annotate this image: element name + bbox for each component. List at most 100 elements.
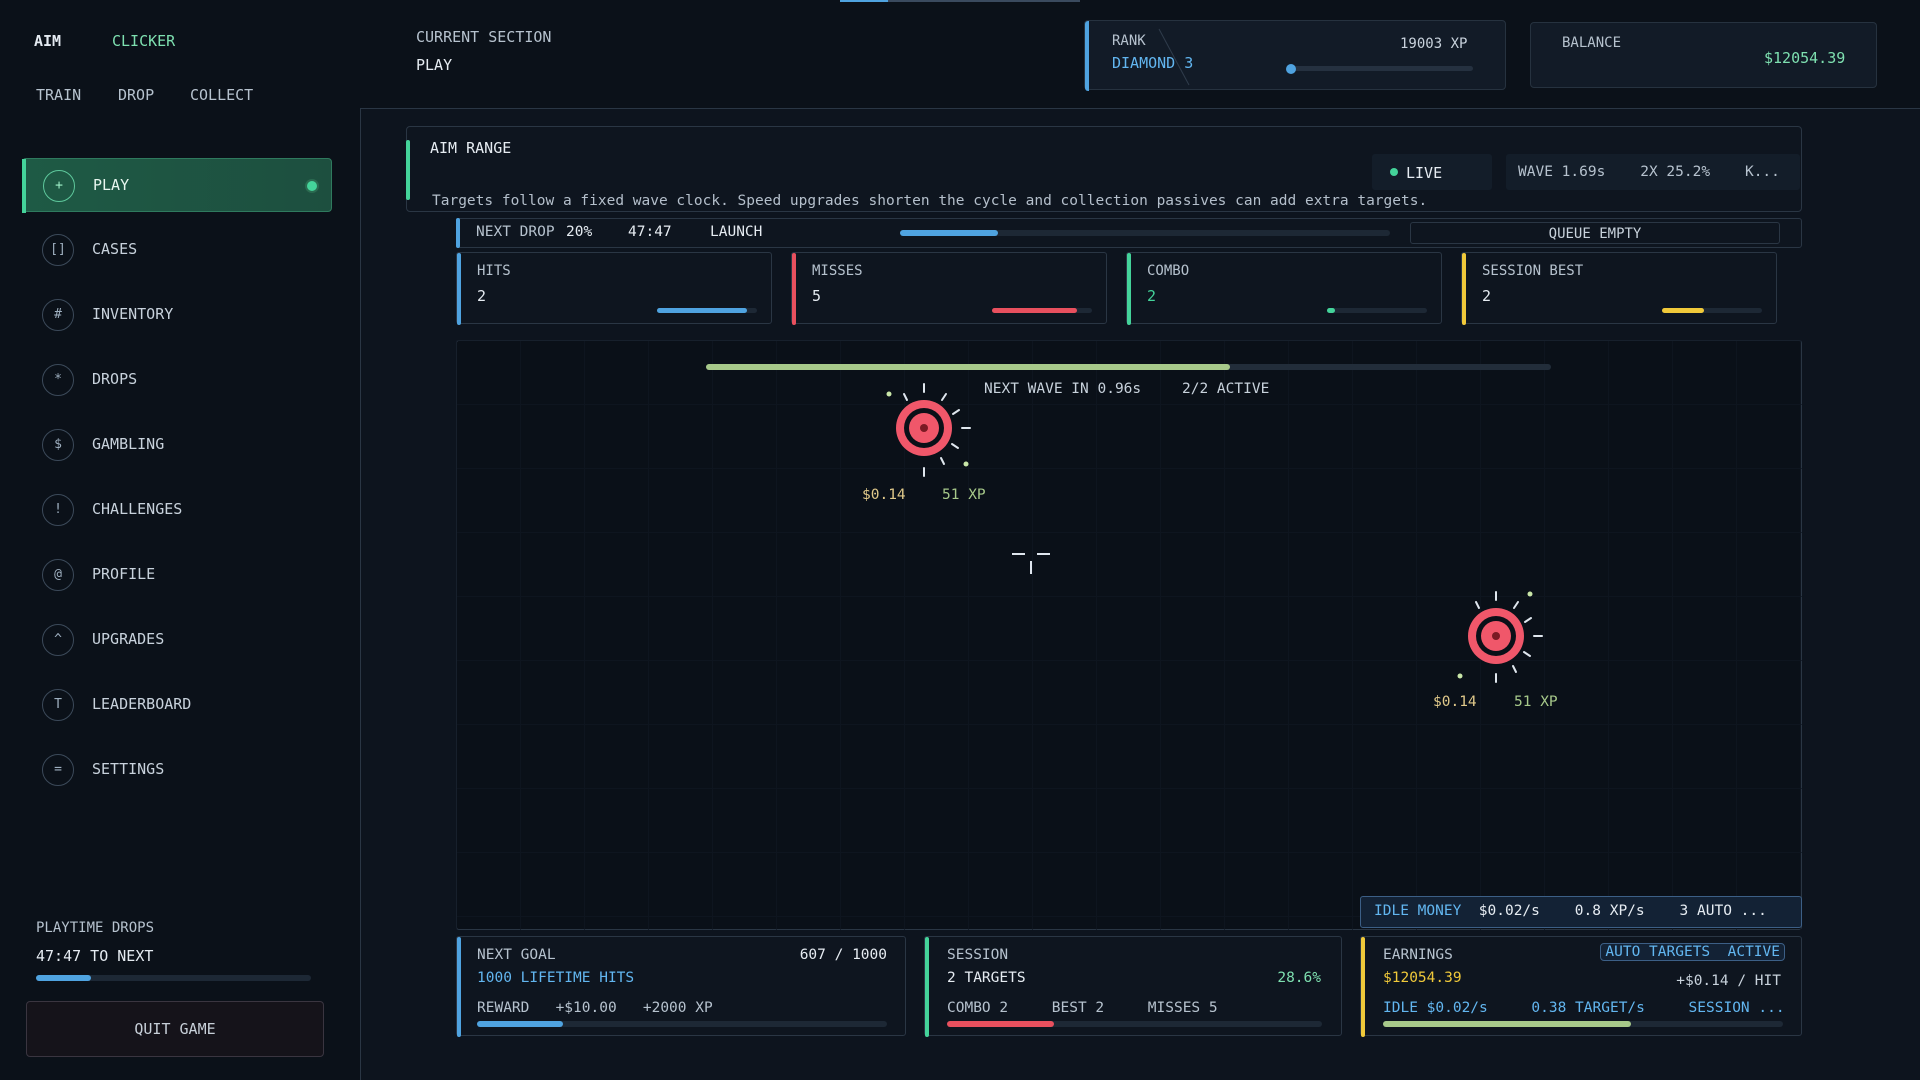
active-targets-count: 2/2 ACTIVE	[1182, 381, 1270, 397]
stat-progress-fill	[992, 308, 1077, 313]
aim-range-description: Targets follow a fixed wave clock. Speed…	[432, 193, 1428, 209]
subnav-train[interactable]: TRAIN	[36, 86, 81, 104]
stat-value: 2	[477, 287, 487, 305]
target-xp-reward: 51 XP	[942, 487, 986, 503]
case-icon: []	[42, 234, 74, 266]
crosshair-icon	[1012, 553, 1050, 574]
live-status-text: LIVE	[1406, 164, 1443, 182]
session-targets: 2 TARGETS	[947, 970, 1026, 986]
earnings-per-hit: +$0.14 / HIT	[1676, 973, 1781, 989]
sidebar-item-label: LEADERBOARD	[92, 695, 192, 713]
sidebar-item-label: CASES	[92, 240, 138, 258]
quit-game-button[interactable]: QUIT GAME	[26, 1001, 324, 1057]
next-goal-progress-fill	[477, 1021, 564, 1027]
earnings-card: EARNINGS AUTO TARGETS ACTIVE $12054.39 +…	[1360, 936, 1802, 1037]
active-indicator-icon	[307, 181, 317, 191]
xp-value: 19003 XP	[1400, 36, 1468, 52]
current-section-value: PLAY	[416, 56, 453, 74]
balance-value: $12054.39	[1764, 49, 1846, 67]
hash-icon: #	[42, 299, 74, 331]
rank-label: RANK	[1112, 33, 1146, 49]
stat-card-misses: MISSES 5	[791, 252, 1107, 325]
next-goal-count: 607 / 1000	[799, 947, 887, 963]
rank-progress-fill	[1286, 64, 1296, 74]
earnings-detail: IDLE $0.02/s 0.38 TARGET/s SESSION ...	[1383, 1000, 1785, 1016]
earnings-accent	[1361, 937, 1365, 1037]
star-icon: *	[42, 364, 74, 396]
earnings-value: $12054.39	[1383, 970, 1462, 986]
stat-accent	[457, 253, 461, 325]
stat-progress-fill	[1327, 308, 1335, 313]
stat-card-combo: COMBO 2	[1126, 252, 1442, 325]
next-goal-progress-track	[477, 1021, 887, 1027]
current-section-label: CURRENT SECTION	[416, 28, 552, 46]
top-progress-fill	[840, 0, 888, 2]
wave-progress-fill	[706, 364, 1230, 370]
brand-aim: AIM	[34, 32, 62, 50]
session-card: SESSION 2 TARGETS 28.6% COMBO 2 BEST 2 M…	[924, 936, 1342, 1037]
stat-progress-track	[1327, 308, 1427, 313]
stat-progress-track	[657, 308, 757, 313]
wave-stats-text: WAVE 1.69s 2X 25.2% K...	[1518, 164, 1780, 180]
next-drop-accent	[456, 218, 460, 248]
next-goal-title: 1000 LIFETIME HITS	[477, 970, 635, 986]
sidebar-item-challenges[interactable]: ! CHALLENGES	[22, 483, 332, 537]
stat-progress-track	[1662, 308, 1762, 313]
stat-accent	[1462, 253, 1466, 325]
auto-targets-badge[interactable]: AUTO TARGETS ACTIVE	[1600, 943, 1785, 961]
sidebar-item-cases[interactable]: [] CASES	[22, 223, 332, 277]
idle-income-stats: $0.02/s 0.8 XP/s 3 AUTO ...	[1461, 903, 1767, 919]
next-drop-percent: 20%	[566, 224, 593, 240]
sidebar-item-label: PROFILE	[92, 565, 156, 583]
at-icon: @	[42, 559, 74, 591]
sidebar-item-settings[interactable]: = SETTINGS	[22, 743, 332, 797]
caret-up-icon: ^	[42, 624, 74, 656]
playtime-drops-value: 47:47 TO NEXT	[36, 947, 154, 965]
sidebar-item-inventory[interactable]: # INVENTORY	[22, 288, 332, 342]
next-drop-progress-fill	[900, 230, 998, 236]
sidebar-item-label: UPGRADES	[92, 630, 165, 648]
stat-value: 5	[812, 287, 822, 305]
session-detail: COMBO 2 BEST 2 MISSES 5	[947, 1000, 1218, 1016]
stat-value: 2	[1147, 287, 1157, 305]
sidebar-item-upgrades[interactable]: ^ UPGRADES	[22, 613, 332, 667]
sidebar-item-gambling[interactable]: $ GAMBLING	[22, 418, 332, 472]
target[interactable]	[1446, 588, 1546, 688]
stat-label: SESSION BEST	[1482, 263, 1584, 279]
stat-accent	[1127, 253, 1131, 325]
stat-progress-fill	[657, 308, 747, 313]
stat-accent	[792, 253, 796, 325]
subnav-collect[interactable]: COLLECT	[190, 86, 253, 104]
sidebar-item-play[interactable]: + PLAY	[22, 158, 332, 213]
earnings-progress-track	[1383, 1021, 1783, 1027]
rank-progress-track	[1288, 66, 1473, 71]
sidebar-item-profile[interactable]: @ PROFILE	[22, 548, 332, 602]
target[interactable]	[874, 380, 974, 480]
menu-icon: =	[42, 754, 74, 786]
earnings-progress-fill	[1383, 1021, 1631, 1027]
next-goal-card: NEXT GOAL 607 / 1000 1000 LIFETIME HITS …	[456, 936, 906, 1037]
idle-income-text: IDLE MONEY $0.02/s 0.8 XP/s 3 AUTO ...	[1374, 903, 1767, 919]
target-money-reward: $0.14	[862, 487, 906, 503]
trophy-icon: T	[42, 689, 74, 721]
sidebar-item-drops[interactable]: * DROPS	[22, 353, 332, 407]
stat-label: COMBO	[1147, 263, 1190, 279]
sidebar-item-label: INVENTORY	[92, 305, 174, 323]
stat-progress-track	[992, 308, 1092, 313]
stat-label: HITS	[477, 263, 511, 279]
sidebar-item-leaderboard[interactable]: T LEADERBOARD	[22, 678, 332, 732]
next-goal-reward: REWARD +$10.00 +2000 XP	[477, 1000, 713, 1016]
stat-card-hits: HITS 2	[456, 252, 772, 325]
sidebar-item-label: CHALLENGES	[92, 500, 183, 518]
playtime-progress-fill	[36, 975, 91, 981]
launch-button[interactable]: LAUNCH	[710, 224, 762, 240]
game-grid	[456, 340, 1802, 930]
earnings-label: EARNINGS	[1383, 947, 1453, 963]
stat-progress-fill	[1662, 308, 1704, 313]
aim-range-accent	[406, 140, 410, 200]
sidebar-item-label: SETTINGS	[92, 760, 165, 778]
dollar-icon: $	[42, 429, 74, 461]
subnav-drop[interactable]: DROP	[118, 86, 154, 104]
sidebar-item-label: GAMBLING	[92, 435, 165, 453]
plus-icon: +	[43, 170, 75, 202]
